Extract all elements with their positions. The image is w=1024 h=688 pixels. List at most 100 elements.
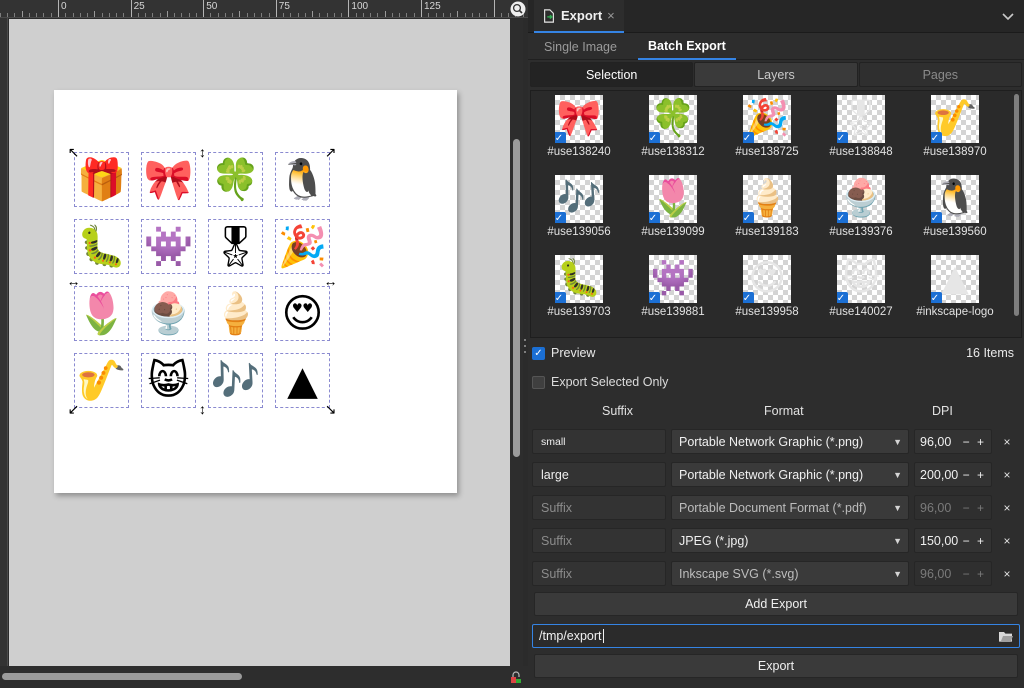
- chevron-down-icon[interactable]: ▼: [893, 536, 902, 546]
- dpi-stepper-buttons[interactable]: − +: [963, 435, 986, 449]
- canvas-object-military-medal[interactable]: 🎖: [208, 219, 263, 274]
- batch-item[interactable]: 🍦✓#use139183: [721, 171, 813, 251]
- selection-handle-sw[interactable]: ↙: [66, 401, 81, 416]
- chevron-down-icon[interactable]: [1000, 8, 1016, 24]
- chevron-down-icon[interactable]: ▼: [893, 470, 902, 480]
- batch-item[interactable]: 🎀✓#use138240: [533, 91, 625, 171]
- dpi-stepper[interactable]: 200,00− +: [914, 462, 992, 487]
- export-path-input[interactable]: /tmp/export: [532, 624, 1020, 648]
- canvas-object-soft-ice-cream[interactable]: 🍦: [208, 286, 263, 341]
- canvas-object-four-leaf-clover[interactable]: 🍀: [208, 152, 263, 207]
- format-dropdown[interactable]: Portable Network Graphic (*.png)▼: [671, 429, 909, 454]
- canvas-object-shaved-ice[interactable]: 🍨: [141, 286, 196, 341]
- selection-handle-ne[interactable]: ↗: [323, 144, 338, 159]
- batch-item[interactable]: 👾✓#use139881: [627, 251, 719, 331]
- tab-pages[interactable]: Pages: [859, 62, 1022, 87]
- canvas-object-tulip[interactable]: 🌷: [74, 286, 129, 341]
- format-dropdown[interactable]: Portable Network Graphic (*.png)▼: [671, 462, 909, 487]
- batch-item-checkbox[interactable]: ✓: [837, 292, 848, 303]
- remove-export-row-button[interactable]: ×: [999, 501, 1015, 515]
- batch-item-checkbox[interactable]: ✓: [931, 212, 942, 223]
- batch-item-checkbox[interactable]: ✓: [931, 292, 942, 303]
- batch-item[interactable]: ▲✓#inkscape-logo: [909, 251, 1001, 331]
- batch-item-checkbox[interactable]: ✓: [555, 292, 566, 303]
- batch-item[interactable]: 😍✓#use139958: [721, 251, 813, 331]
- remove-export-row-button[interactable]: ×: [999, 567, 1015, 581]
- batch-item-checkbox[interactable]: ✓: [649, 292, 660, 303]
- dpi-stepper[interactable]: 96,00− +: [914, 495, 992, 520]
- canvas-object-musical-notes[interactable]: 🎶: [208, 353, 263, 408]
- batch-item[interactable]: 🎷✓#use138970: [909, 91, 1001, 171]
- batch-list-scrollbar-thumb[interactable]: [1014, 94, 1019, 316]
- batch-item-checkbox[interactable]: ✓: [649, 132, 660, 143]
- suffix-input[interactable]: small: [532, 429, 666, 454]
- selection-handle-se[interactable]: ↘: [323, 401, 338, 416]
- dpi-stepper-buttons[interactable]: − +: [963, 534, 986, 548]
- canvas-object-inkscape-logo[interactable]: ▲: [275, 353, 330, 408]
- selection-handle-n[interactable]: ↕: [195, 144, 210, 159]
- canvas-object-grinning-cat[interactable]: 😸: [141, 353, 196, 408]
- batch-item[interactable]: 🌷✓#use139099: [627, 171, 719, 251]
- dpi-stepper-buttons[interactable]: − +: [963, 501, 986, 515]
- dock-resize-handle[interactable]: [522, 337, 528, 355]
- batch-item[interactable]: 🍨✓#use139376: [815, 171, 907, 251]
- export-selected-only-checkbox[interactable]: [532, 376, 545, 389]
- batch-item-checkbox[interactable]: ✓: [743, 292, 754, 303]
- batch-item-checkbox[interactable]: ✓: [931, 132, 942, 143]
- dpi-stepper-buttons[interactable]: − +: [963, 567, 986, 581]
- canvas-horizontal-scrollbar[interactable]: [0, 666, 528, 688]
- batch-item[interactable]: 🐧✓#use139560: [909, 171, 1001, 251]
- batch-item-checkbox[interactable]: ✓: [743, 212, 754, 223]
- tab-single-image[interactable]: Single Image: [534, 33, 627, 60]
- dpi-stepper-buttons[interactable]: − +: [963, 468, 986, 482]
- remove-export-row-button[interactable]: ×: [999, 435, 1015, 449]
- zoom-icon[interactable]: [510, 1, 526, 17]
- close-icon[interactable]: ×: [607, 9, 615, 22]
- canvas-object-caterpillar[interactable]: 🐛: [74, 219, 129, 274]
- batch-item-checkbox[interactable]: ✓: [649, 212, 660, 223]
- canvas-object-ribbon[interactable]: 🎀: [141, 152, 196, 207]
- selection-handle-w[interactable]: ↔: [66, 273, 81, 288]
- canvas-object-heart-eyes[interactable]: 😍: [275, 286, 330, 341]
- batch-list-scrollbar[interactable]: [1013, 92, 1020, 338]
- canvas-horizontal-scrollbar-thumb[interactable]: [2, 673, 242, 680]
- chevron-down-icon[interactable]: ▼: [893, 569, 902, 579]
- batch-item[interactable]: 🎉✓#use138725: [721, 91, 813, 171]
- dpi-stepper[interactable]: 96,00− +: [914, 429, 992, 454]
- format-dropdown[interactable]: Portable Document Format (*.pdf)▼: [671, 495, 909, 520]
- remove-export-row-button[interactable]: ×: [999, 468, 1015, 482]
- batch-item-checkbox[interactable]: ✓: [555, 132, 566, 143]
- chevron-down-icon[interactable]: ▼: [893, 503, 902, 513]
- canvas-object-alien-monster[interactable]: 👾: [141, 219, 196, 274]
- tab-batch-export[interactable]: Batch Export: [638, 33, 736, 60]
- selection-handle-nw[interactable]: ↖: [66, 144, 81, 159]
- batch-item[interactable]: 🎶✓#use139056: [533, 171, 625, 251]
- batch-item[interactable]: 🐛✓#use139703: [533, 251, 625, 331]
- batch-item-checkbox[interactable]: ✓: [837, 132, 848, 143]
- dpi-stepper[interactable]: 96,00− +: [914, 561, 992, 586]
- batch-item-checkbox[interactable]: ✓: [555, 212, 566, 223]
- tab-layers[interactable]: Layers: [694, 62, 857, 87]
- tab-selection[interactable]: Selection: [530, 62, 693, 87]
- format-dropdown[interactable]: Inkscape SVG (*.svg)▼: [671, 561, 909, 586]
- canvas-object-wrapped-gift[interactable]: 🎁: [74, 152, 129, 207]
- dock-tab-export[interactable]: Export ×: [534, 0, 624, 33]
- suffix-input[interactable]: Suffix: [532, 495, 666, 520]
- vertical-ruler[interactable]: [0, 18, 8, 666]
- dpi-stepper[interactable]: 150,00− +: [914, 528, 992, 553]
- batch-item-checkbox[interactable]: ✓: [743, 132, 754, 143]
- format-dropdown[interactable]: JPEG (*.jpg)▼: [671, 528, 909, 553]
- chevron-down-icon[interactable]: ▼: [893, 437, 902, 447]
- add-export-button[interactable]: Add Export: [534, 592, 1018, 616]
- canvas-vertical-scrollbar-thumb[interactable]: [513, 139, 520, 457]
- batch-item[interactable]: 🎖✓#use138848: [815, 91, 907, 171]
- export-button[interactable]: Export: [534, 654, 1018, 678]
- batch-item[interactable]: 🍀✓#use138312: [627, 91, 719, 171]
- batch-item-list[interactable]: 🎀✓#use138240🍀✓#use138312🎉✓#use138725🎖✓#u…: [530, 90, 1022, 338]
- canvas-viewport[interactable]: 🎁🎀🍀🐧🐛👾🎖🎉🌷🍨🍦😍🎷😸🎶▲↖↕↗↔↔↙↕↘: [9, 19, 510, 666]
- suffix-input[interactable]: Suffix: [532, 561, 666, 586]
- selection-handle-s[interactable]: ↕: [195, 401, 210, 416]
- canvas-object-party-popper[interactable]: 🎉: [275, 219, 330, 274]
- suffix-input[interactable]: Suffix: [532, 528, 666, 553]
- horizontal-ruler[interactable]: 0255075100125: [0, 0, 528, 18]
